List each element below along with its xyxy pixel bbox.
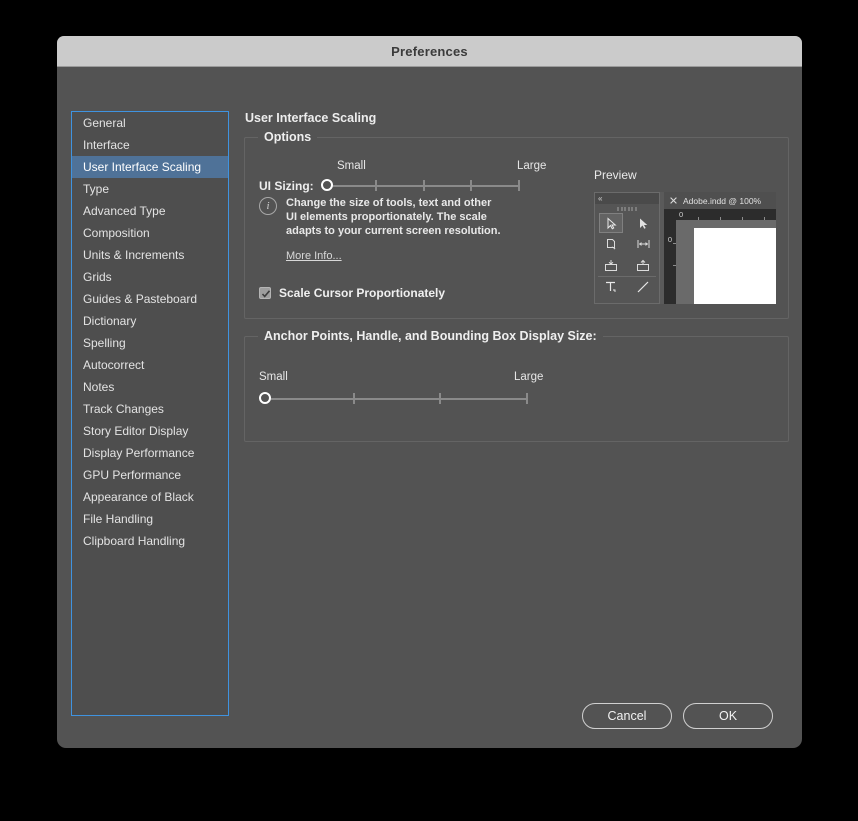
preview-horizontal-ruler: 0 [676,209,776,220]
dialog-title: Preferences [391,44,468,59]
anchor-max-label: Large [514,371,543,383]
sidebar-item-autocorrect[interactable]: Autocorrect [72,354,228,376]
anchor-points-legend: Anchor Points, Handle, and Bounding Box … [258,329,603,343]
direct-selection-tool-icon [631,213,655,233]
line-tool-icon [631,277,655,297]
dialog-titlebar: Preferences [57,36,802,67]
page-tool-icon [599,234,623,254]
anchor-points-slider[interactable] [259,391,527,407]
preview-vertical-ruler: 0 [664,209,676,304]
options-legend: Options [258,130,317,144]
info-description: Change the size of tools, text and other… [286,196,504,238]
sidebar-item-units-increments[interactable]: Units & Increments [72,244,228,266]
type-tool-icon [599,277,623,297]
slider-thumb[interactable] [259,392,271,404]
sidebar-item-story-editor-display[interactable]: Story Editor Display [72,420,228,442]
preview-document-tab-label: Adobe.indd @ 100% [683,196,761,206]
sidebar-item-user-interface-scaling[interactable]: User Interface Scaling [72,156,228,178]
slider-tick [423,180,425,191]
preview-tool-grid [595,213,659,275]
content-placer-tool-icon [631,255,655,275]
sidebar-item-notes[interactable]: Notes [72,376,228,398]
scale-cursor-checkbox[interactable] [259,287,271,299]
preview-ruler-h-origin: 0 [679,210,683,219]
slider-tick [353,393,355,404]
preview-area: Preview « [594,168,776,304]
page-title: User Interface Scaling [244,111,789,125]
preview-document-tab: Adobe.indd @ 100% [664,192,776,209]
sidebar-item-dictionary[interactable]: Dictionary [72,310,228,332]
sidebar-item-type[interactable]: Type [72,178,228,200]
preview-document-window: Adobe.indd @ 100% 0 0 [664,192,776,304]
slider-thumb[interactable] [321,179,333,191]
preview-panel-grip [595,204,659,213]
checkmark-icon [261,289,271,299]
dialog-body: GeneralInterfaceUser Interface ScalingTy… [57,67,802,747]
options-group: Options Small Large UI Sizing: i Change … [244,137,789,319]
preview-box: « [594,192,776,304]
ui-sizing-min-label: Small [337,160,366,172]
sidebar-item-grids[interactable]: Grids [72,266,228,288]
sidebar-item-spelling[interactable]: Spelling [72,332,228,354]
preview-canvas [676,220,776,304]
slider-tick [470,180,472,191]
slider-tick [439,393,441,404]
info-icon: i [259,197,277,215]
anchor-points-group: Anchor Points, Handle, and Bounding Box … [244,336,789,442]
preview-tools-panel: « [594,192,660,304]
ui-sizing-max-label: Large [517,160,546,172]
sidebar-item-clipboard-handling[interactable]: Clipboard Handling [72,530,228,552]
anchor-min-label: Small [259,371,288,383]
preview-title: Preview [594,168,776,182]
preview-ruler-v-origin: 0 [668,235,672,244]
preview-tool-grid-2 [595,277,659,297]
ok-button[interactable]: OK [683,703,773,729]
more-info-link[interactable]: More Info... [286,250,342,262]
slider-tick [526,393,528,404]
ui-sizing-caption: UI Sizing: [259,179,314,193]
preferences-category-list[interactable]: GeneralInterfaceUser Interface ScalingTy… [71,111,229,716]
gap-tool-icon [631,234,655,254]
dialog-footer: Cancel OK [582,703,773,729]
sidebar-item-general[interactable]: General [72,112,228,134]
preview-page [694,228,776,304]
info-block: i Change the size of tools, text and oth… [259,196,519,264]
preferences-dialog: Preferences GeneralInterfaceUser Interfa… [57,36,802,748]
slider-tick [375,180,377,191]
scale-cursor-checkbox-row[interactable]: Scale Cursor Proportionately [259,286,445,300]
sidebar-item-composition[interactable]: Composition [72,222,228,244]
sidebar-item-advanced-type[interactable]: Advanced Type [72,200,228,222]
sidebar-item-file-handling[interactable]: File Handling [72,508,228,530]
sidebar-item-display-performance[interactable]: Display Performance [72,442,228,464]
content-collector-tool-icon [599,255,623,275]
ui-sizing-slider[interactable] [321,178,519,194]
sidebar-item-guides-pasteboard[interactable]: Guides & Pasteboard [72,288,228,310]
close-icon [670,197,677,204]
sidebar-item-gpu-performance[interactable]: GPU Performance [72,464,228,486]
sidebar-item-appearance-of-black[interactable]: Appearance of Black [72,486,228,508]
slider-tick [518,180,520,191]
sidebar-item-interface[interactable]: Interface [72,134,228,156]
slider-track [267,398,527,400]
sidebar-item-track-changes[interactable]: Track Changes [72,398,228,420]
preview-panel-collapse: « [595,193,659,204]
content-panel: User Interface Scaling Options Small Lar… [244,111,789,459]
scale-cursor-label: Scale Cursor Proportionately [279,286,445,300]
cancel-button[interactable]: Cancel [582,703,672,729]
selection-tool-icon [599,213,623,233]
